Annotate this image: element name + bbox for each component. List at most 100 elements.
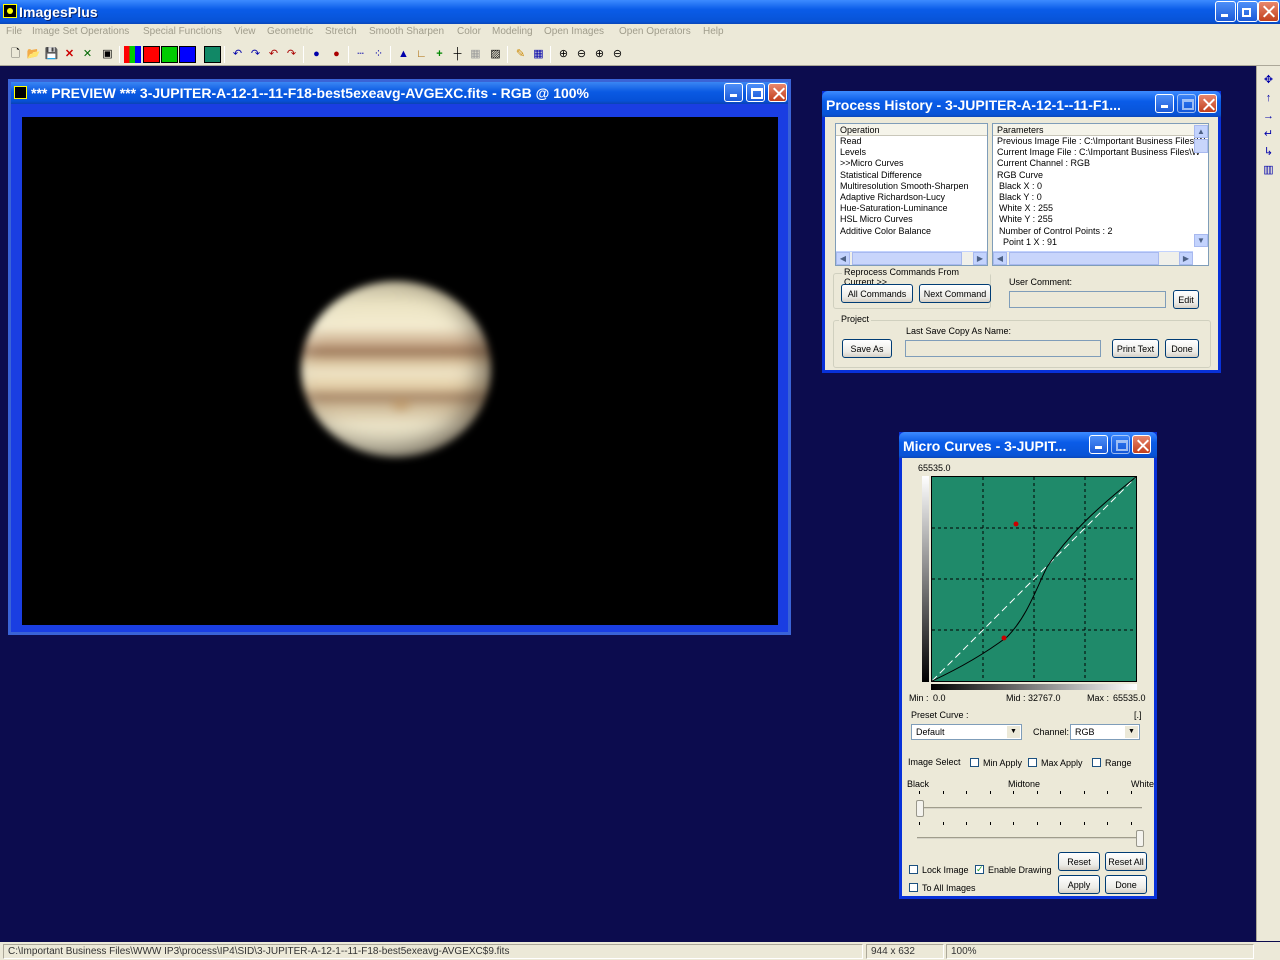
preset-curve-select[interactable]: Default ▼ — [911, 724, 1022, 740]
close-red-x-icon[interactable]: ✕ — [61, 46, 78, 63]
max-apply-checkbox[interactable] — [1028, 758, 1037, 767]
white-slider-track[interactable] — [917, 837, 1142, 839]
crosshair-icon[interactable]: + — [431, 46, 448, 63]
grid-icon[interactable]: ▦ — [530, 46, 547, 63]
list-item[interactable]: RGB Curve — [993, 170, 1208, 181]
list-item[interactable]: White Y : 255 — [993, 214, 1208, 225]
ph-minimize-button[interactable] — [1155, 94, 1174, 113]
menu-help[interactable]: Help — [703, 26, 724, 37]
menu-open-images[interactable]: Open Images — [544, 26, 604, 37]
list-item[interactable]: White X : 255 — [993, 203, 1208, 214]
new-file-icon[interactable]: 🗋 — [7, 46, 24, 63]
menu-view[interactable]: View — [234, 26, 256, 37]
window-tile-icon[interactable]: ▥ — [1260, 162, 1277, 179]
red-channel-icon[interactable] — [143, 46, 160, 63]
range-checkbox[interactable] — [1092, 758, 1101, 767]
minimize-button[interactable] — [1215, 1, 1236, 22]
operation-hscrollbar[interactable]: ◀ ▶ — [836, 251, 987, 265]
menu-modeling[interactable]: Modeling — [492, 26, 533, 37]
reset-button[interactable]: Reset — [1058, 852, 1100, 871]
operation-list[interactable]: Operation Read Levels >>Micro Curves Sta… — [835, 123, 988, 266]
list-item[interactable]: Current Channel : RGB — [993, 158, 1208, 169]
axis-icon[interactable]: ∟ — [413, 46, 430, 63]
scroll-thumb[interactable] — [852, 252, 962, 265]
open-folder-icon[interactable]: 📂 — [25, 46, 42, 63]
dots-tool-icon[interactable]: ⁘ — [370, 46, 387, 63]
black-slider-thumb[interactable] — [916, 800, 924, 817]
ph-maximize-button[interactable] — [1177, 94, 1196, 113]
undo-icon[interactable]: ↶ — [229, 46, 246, 63]
menu-image-set-operations[interactable]: Image Set Operations — [32, 26, 129, 37]
preview-maximize-button[interactable] — [746, 83, 765, 102]
curve-plot[interactable] — [931, 476, 1137, 682]
chevron-down-icon[interactable]: ▼ — [1125, 726, 1138, 738]
histogram-icon[interactable]: ▲ — [395, 46, 412, 63]
zoom-in-icon[interactable]: ⊕ — [555, 46, 572, 63]
user-comment-input[interactable] — [1009, 291, 1166, 308]
point-icon[interactable]: ● — [308, 46, 325, 63]
min-apply-checkbox[interactable] — [970, 758, 979, 767]
scroll-right-icon[interactable]: ▶ — [1179, 252, 1193, 265]
next-command-button[interactable]: Next Command — [919, 284, 991, 303]
close-all-icon[interactable]: ✕ — [79, 46, 96, 63]
scroll-down-icon[interactable]: ▼ — [1194, 234, 1208, 247]
list-item[interactable]: Adaptive Richardson-Lucy — [836, 192, 987, 203]
parameters-hscrollbar[interactable]: ◀ ▶ — [993, 251, 1193, 265]
redo-icon[interactable]: ↷ — [247, 46, 264, 63]
list-item[interactable]: Read — [836, 136, 987, 147]
pencil-icon[interactable]: ✎ — [512, 46, 529, 63]
ph-close-button[interactable] — [1198, 94, 1217, 113]
list-item[interactable]: Additive Color Balance — [836, 226, 987, 237]
parameters-header[interactable]: Parameters — [993, 124, 1208, 136]
scroll-left-icon[interactable]: ◀ — [993, 252, 1007, 265]
save-icon[interactable]: 💾 — [43, 46, 60, 63]
mc-close-button[interactable] — [1132, 435, 1151, 454]
list-item[interactable]: Number of Control Points : 2 — [993, 226, 1208, 237]
line-tool-icon[interactable]: ┄ — [352, 46, 369, 63]
print-icon[interactable]: ▣ — [99, 46, 116, 63]
micro-curves-title-bar[interactable]: Micro Curves - 3-JUPIT... — [899, 432, 1157, 458]
green-channel-icon[interactable] — [161, 46, 178, 63]
save-as-button[interactable]: Save As — [842, 339, 892, 358]
parameters-list[interactable]: Parameters Previous Image File : C:\Impo… — [992, 123, 1209, 266]
menu-smooth-sharpen[interactable]: Smooth Sharpen — [369, 26, 444, 37]
zoom-actual-icon[interactable]: ⊖ — [609, 46, 626, 63]
list-item[interactable]: Hue-Saturation-Luminance — [836, 203, 987, 214]
menu-special-functions[interactable]: Special Functions — [143, 26, 222, 37]
scroll-right-icon[interactable]: ▶ — [973, 252, 987, 265]
reset-all-button[interactable]: Reset All — [1105, 852, 1147, 871]
white-slider-thumb[interactable] — [1136, 830, 1144, 847]
arrow-up-icon[interactable]: ↑ — [1260, 90, 1277, 107]
list-item[interactable]: Levels — [836, 147, 987, 158]
move-icon[interactable]: ✥ — [1260, 72, 1277, 89]
menu-geometric[interactable]: Geometric — [267, 26, 313, 37]
vscroll-thumb[interactable] — [1194, 139, 1208, 153]
grid-disabled-icon[interactable]: ▦ — [467, 46, 484, 63]
scroll-thumb[interactable] — [1009, 252, 1159, 265]
zoom-out-icon[interactable]: ⊖ — [573, 46, 590, 63]
menu-stretch[interactable]: Stretch — [325, 26, 357, 37]
list-item[interactable]: Previous Image File : C:\Important Busin… — [993, 136, 1208, 147]
redo-all-icon[interactable]: ↷ — [283, 46, 300, 63]
menu-color[interactable]: Color — [457, 26, 481, 37]
arrow-return-down-icon[interactable]: ↳ — [1260, 144, 1277, 161]
list-item[interactable]: >>Micro Curves — [836, 158, 987, 169]
curve-editor[interactable] — [931, 476, 1137, 682]
ph-done-button[interactable]: Done — [1165, 339, 1199, 358]
scroll-up-icon[interactable]: ▲ — [1194, 125, 1208, 138]
blue-channel-icon[interactable] — [179, 46, 196, 63]
app-icon[interactable] — [3, 4, 17, 18]
mc-done-button[interactable]: Done — [1105, 875, 1147, 894]
operation-header[interactable]: Operation — [836, 124, 987, 136]
point-red-icon[interactable]: ● — [328, 46, 345, 63]
list-item[interactable]: Current Image File : C:\Important Busine… — [993, 147, 1208, 158]
luminance-icon[interactable] — [204, 46, 221, 63]
close-button[interactable] — [1258, 1, 1279, 22]
edit-button[interactable]: Edit — [1173, 290, 1199, 309]
channel-select[interactable]: RGB ▼ — [1070, 724, 1140, 740]
rgb-channels-icon[interactable] — [124, 46, 141, 63]
preview-window[interactable]: *** PREVIEW *** 3-JUPITER-A-12-1--11-F18… — [8, 79, 791, 635]
preview-title-bar[interactable]: *** PREVIEW *** 3-JUPITER-A-12-1--11-F18… — [11, 82, 788, 104]
print-text-button[interactable]: Print Text — [1112, 339, 1159, 358]
align-icon[interactable]: ┼ — [449, 46, 466, 63]
